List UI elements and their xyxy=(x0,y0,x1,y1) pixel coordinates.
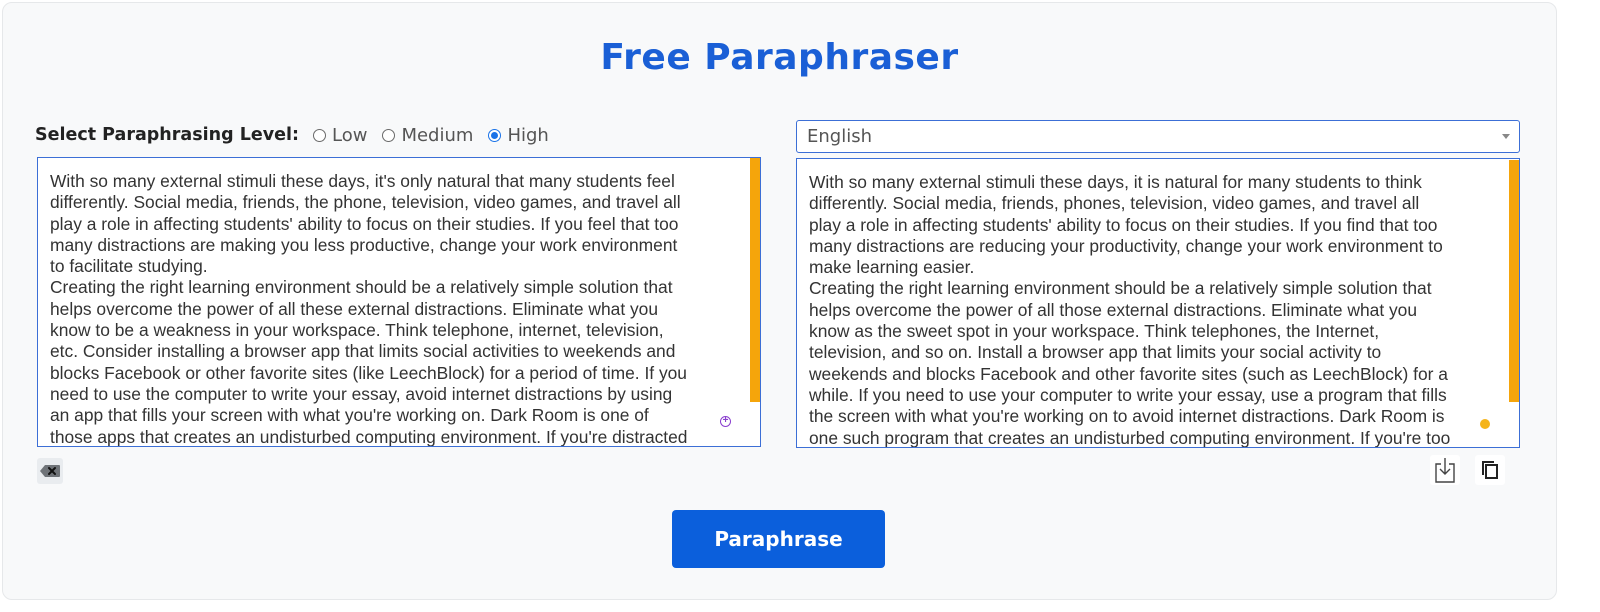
clear-icon xyxy=(40,465,60,477)
level-option-low[interactable]: Low xyxy=(313,125,367,146)
chevron-down-icon xyxy=(1502,134,1510,139)
level-option-label: Low xyxy=(332,124,368,146)
radio-medium[interactable] xyxy=(382,128,396,142)
language-select[interactable]: English xyxy=(796,120,1520,153)
download-button[interactable] xyxy=(1430,455,1460,485)
plus-icon[interactable]: + xyxy=(720,416,731,427)
page-title: Free Paraphraser xyxy=(600,37,959,78)
clear-button[interactable] xyxy=(37,458,63,484)
level-option-high[interactable]: High xyxy=(488,124,549,146)
input-text: With so many external stimuli these days… xyxy=(50,171,688,447)
input-text-area[interactable]: With so many external stimuli these days… xyxy=(37,157,761,447)
radio-low[interactable] xyxy=(313,128,326,142)
status-dot-icon xyxy=(1480,419,1490,429)
input-scrollbar[interactable] xyxy=(750,158,760,402)
output-text-area[interactable]: With so many external stimuli these days… xyxy=(796,158,1520,448)
radio-high[interactable] xyxy=(488,128,502,142)
copy-icon xyxy=(1482,461,1498,479)
paraphrasing-level-selector: Select Paraphrasing Level: Low Medium Hi… xyxy=(35,123,564,147)
download-icon xyxy=(1435,458,1455,483)
level-option-medium[interactable]: Medium xyxy=(382,125,473,146)
copy-button[interactable] xyxy=(1475,455,1505,485)
paraphrase-button[interactable]: Paraphrase xyxy=(672,510,885,568)
output-text: With so many external stimuli these days… xyxy=(809,172,1451,448)
output-scrollbar[interactable] xyxy=(1509,160,1519,402)
level-option-label: Medium xyxy=(401,124,474,146)
level-label: Select Paraphrasing Level: xyxy=(35,125,299,145)
level-option-label: High xyxy=(507,124,549,146)
language-selected-value: English xyxy=(807,126,872,147)
